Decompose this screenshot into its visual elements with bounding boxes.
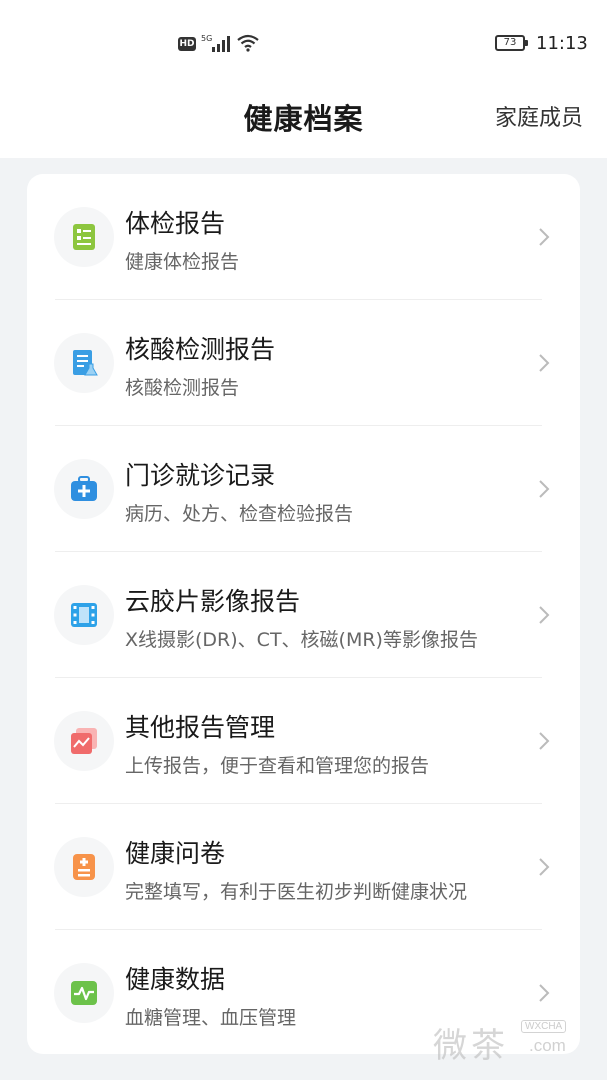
- item-subtitle: 病历、处方、检查检验报告: [125, 503, 354, 525]
- chevron-right-icon: [539, 858, 550, 876]
- list-item-nucleic-test[interactable]: 核酸检测报告 核酸检测报告: [27, 300, 580, 426]
- chevron-right-icon: [539, 732, 550, 750]
- item-title: 其他报告管理: [125, 713, 276, 742]
- chevron-right-icon: [539, 480, 550, 498]
- status-time: 11:13: [536, 33, 588, 54]
- icon-circle: [54, 963, 114, 1023]
- list-item-health-questionnaire[interactable]: 健康问卷 完整填写，有利于医生初步判断健康状况: [27, 804, 580, 930]
- item-title: 体检报告: [125, 209, 226, 238]
- signal-icon: 5G: [201, 34, 230, 52]
- list-item-cloud-film[interactable]: 云胶片影像报告 X线摄影(DR)、CT、核磁(MR)等影像报告: [27, 552, 580, 678]
- item-subtitle: 上传报告，便于查看和管理您的报告: [125, 755, 430, 777]
- item-title: 云胶片影像报告: [125, 587, 301, 616]
- watermark-logo: 微茶 WXCHA .com: [433, 1018, 583, 1066]
- family-members-button[interactable]: 家庭成员: [495, 100, 583, 132]
- questionnaire-icon: [73, 854, 95, 880]
- chevron-right-icon: [539, 354, 550, 372]
- item-title: 健康数据: [125, 965, 226, 994]
- item-subtitle: 完整填写，有利于医生初步判断健康状况: [125, 881, 468, 903]
- icon-circle: [54, 711, 114, 771]
- icon-circle: [54, 333, 114, 393]
- watermark-com: .com: [529, 1036, 566, 1055]
- records-card: 体检报告 健康体检报告 核酸检测报告 核酸检测报告 门诊就诊记录 病历、处方、检…: [27, 174, 580, 1054]
- item-subtitle: 健康体检报告: [125, 251, 240, 273]
- list-item-physical-exam[interactable]: 体检报告 健康体检报告: [27, 174, 580, 300]
- medical-kit-icon: [71, 476, 97, 501]
- watermark-cn: 微茶: [433, 1026, 509, 1066]
- film-icon: [71, 603, 97, 627]
- item-title: 健康问卷: [125, 839, 226, 868]
- battery-icon: 73: [495, 35, 528, 51]
- watermark-en: WXCHA: [521, 1020, 567, 1033]
- chevron-right-icon: [539, 984, 550, 1002]
- item-subtitle: 血糖管理、血压管理: [125, 1007, 297, 1029]
- network-label: 5G: [201, 34, 212, 43]
- icon-circle: [54, 459, 114, 519]
- wifi-icon: [237, 34, 259, 52]
- icon-circle: [54, 837, 114, 897]
- list-item-outpatient-records[interactable]: 门诊就诊记录 病历、处方、检查检验报告: [27, 426, 580, 552]
- item-title: 门诊就诊记录: [125, 461, 276, 490]
- nucleic-test-icon: [73, 350, 98, 376]
- hd-badge: HD: [178, 37, 196, 51]
- item-subtitle: 核酸检测报告: [125, 377, 240, 399]
- health-data-icon: [71, 981, 97, 1005]
- list-item-other-reports[interactable]: 其他报告管理 上传报告，便于查看和管理您的报告: [27, 678, 580, 804]
- item-title: 核酸检测报告: [125, 335, 276, 364]
- report-stack-icon: [71, 728, 97, 754]
- item-subtitle: X线摄影(DR)、CT、核磁(MR)等影像报告: [125, 629, 478, 651]
- medical-report-icon: [73, 224, 95, 250]
- status-bar: HD 5G 73 11:13: [0, 0, 607, 88]
- icon-circle: [54, 585, 114, 645]
- chevron-right-icon: [539, 606, 550, 624]
- icon-circle: [54, 207, 114, 267]
- chevron-right-icon: [539, 228, 550, 246]
